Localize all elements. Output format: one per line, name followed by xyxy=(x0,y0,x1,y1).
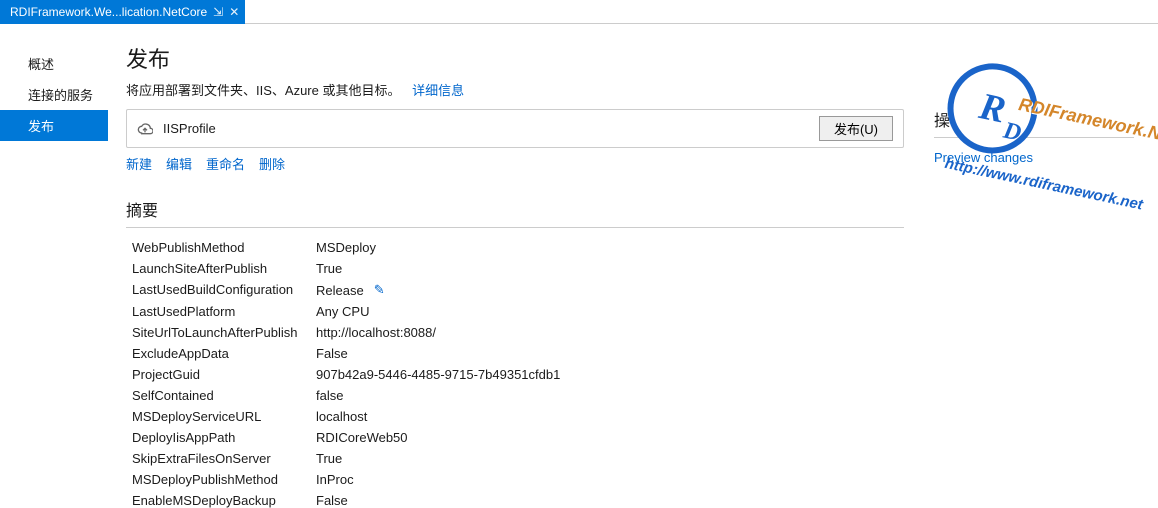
summary-value: localhost xyxy=(302,409,904,424)
actions-heading: 操作 xyxy=(934,107,1134,138)
tab-title: RDIFramework.We...lication.NetCore xyxy=(10,5,207,19)
summary-key: SiteUrlToLaunchAfterPublish xyxy=(132,325,302,340)
sidebar-item-publish[interactable]: 发布 xyxy=(0,110,108,141)
summary-key: EnableMSDeployBackup xyxy=(132,493,302,508)
preview-changes-link[interactable]: Preview changes xyxy=(934,150,1033,165)
edit-pencil-icon[interactable]: ✎ xyxy=(374,282,385,298)
learn-more-link[interactable]: 详细信息 xyxy=(412,83,464,98)
sidebar: 概述 连接的服务 发布 xyxy=(0,24,108,508)
sidebar-item-connected-services[interactable]: 连接的服务 xyxy=(0,79,108,110)
sidebar-item-overview[interactable]: 概述 xyxy=(0,48,108,79)
summary-key: LastUsedBuildConfiguration xyxy=(132,282,302,298)
summary-key: MSDeployPublishMethod xyxy=(132,472,302,487)
summary-heading: 摘要 xyxy=(126,197,904,228)
summary-key: ExcludeAppData xyxy=(132,346,302,361)
subtitle-text: 将应用部署到文件夹、IIS、Azure 或其他目标。 xyxy=(126,83,400,98)
summary-value: false xyxy=(302,388,904,403)
summary-value: True xyxy=(302,261,904,276)
summary-value: False xyxy=(302,493,904,508)
summary-value: InProc xyxy=(302,472,904,487)
new-profile-link[interactable]: 新建 xyxy=(126,154,152,173)
summary-key: DeployIisAppPath xyxy=(132,430,302,445)
summary-key: ProjectGuid xyxy=(132,367,302,382)
summary-value: RDICoreWeb50 xyxy=(302,430,904,445)
summary-value: Release✎ xyxy=(302,282,904,298)
summary-grid: WebPublishMethodMSDeployLaunchSiteAfterP… xyxy=(126,240,904,508)
rename-profile-link[interactable]: 重命名 xyxy=(206,154,245,173)
document-tab[interactable]: RDIFramework.We...lication.NetCore ⇲ ✕ xyxy=(0,0,245,24)
tab-strip: RDIFramework.We...lication.NetCore ⇲ ✕ xyxy=(0,0,1158,24)
summary-value: http://localhost:8088/ xyxy=(302,325,904,340)
summary-value: Any CPU xyxy=(302,304,904,319)
summary-value: MSDeploy xyxy=(302,240,904,255)
summary-key: LaunchSiteAfterPublish xyxy=(132,261,302,276)
summary-value: False xyxy=(302,346,904,361)
delete-profile-link[interactable]: 删除 xyxy=(259,154,285,173)
close-icon[interactable]: ✕ xyxy=(229,6,239,18)
page-title: 发布 xyxy=(126,42,904,74)
profile-link-row: 新建 编辑 重命名 删除 xyxy=(126,154,904,173)
publish-button[interactable]: 发布(U) xyxy=(819,116,893,141)
profile-name: IISProfile xyxy=(163,121,216,136)
summary-key: WebPublishMethod xyxy=(132,240,302,255)
summary-key: MSDeployServiceURL xyxy=(132,409,302,424)
cloud-upload-icon xyxy=(137,121,153,137)
summary-value: True xyxy=(302,451,904,466)
publish-profile-box: IISProfile 发布(U) xyxy=(126,109,904,148)
edit-profile-link[interactable]: 编辑 xyxy=(166,154,192,173)
summary-key: SelfContained xyxy=(132,388,302,403)
page-subtitle: 将应用部署到文件夹、IIS、Azure 或其他目标。 详细信息 xyxy=(126,80,904,99)
summary-key: LastUsedPlatform xyxy=(132,304,302,319)
pin-icon[interactable]: ⇲ xyxy=(213,6,223,18)
summary-key: SkipExtraFilesOnServer xyxy=(132,451,302,466)
summary-value: 907b42a9-5446-4485-9715-7b49351cfdb1 xyxy=(302,367,904,382)
